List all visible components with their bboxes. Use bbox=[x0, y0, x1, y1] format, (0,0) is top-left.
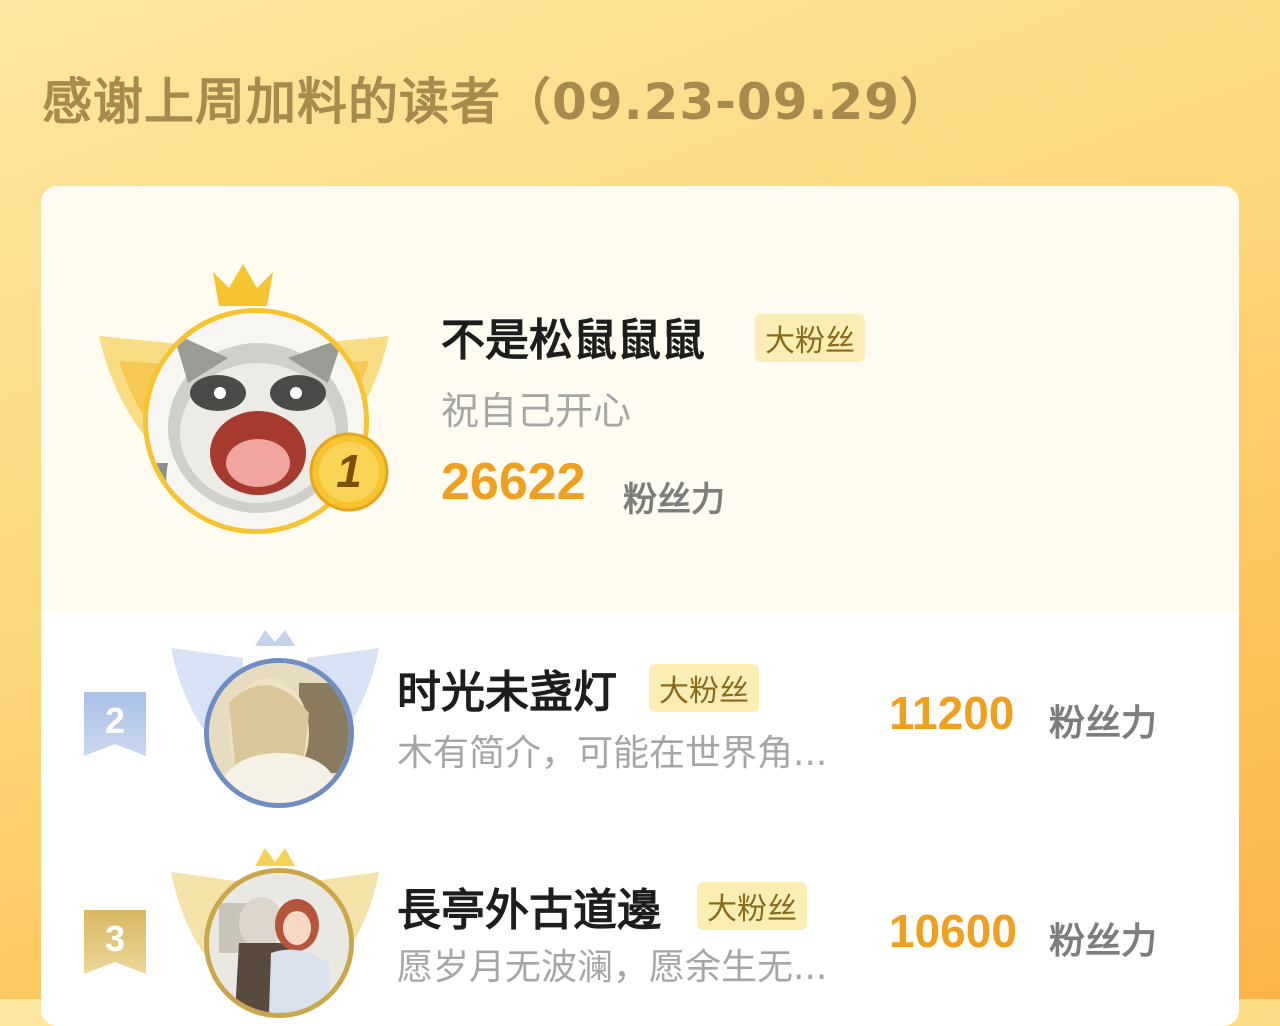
illustrated-couple-avatar[interactable] bbox=[204, 868, 354, 1018]
fan-name[interactable]: 長亭外古道邊 bbox=[397, 874, 661, 938]
score-unit: 粉丝力 bbox=[1049, 703, 1158, 744]
fan-name[interactable]: 时光未盏灯 bbox=[397, 656, 617, 720]
leaderboard-card: 1 不是松鼠鼠鼠 大粉丝 祝自己开心 26622 粉丝力 2 时光未盏灯 大粉丝… bbox=[41, 186, 1239, 1026]
rank-flag-icon: 3 bbox=[84, 910, 146, 974]
rank-flag-icon: 2 bbox=[84, 692, 146, 756]
page-title: 感谢上周加料的读者（09.23-09.29） bbox=[42, 73, 952, 131]
crown-icon bbox=[211, 262, 275, 312]
illustrated-woman-avatar[interactable] bbox=[204, 658, 354, 808]
fan-score: 11200 bbox=[889, 687, 1015, 739]
rank-number: 1 bbox=[336, 445, 362, 497]
fan-motto: 木有简介，可能在世界角... bbox=[397, 733, 828, 774]
big-fan-badge: 大粉丝 bbox=[697, 882, 807, 930]
score-unit: 粉丝力 bbox=[623, 480, 725, 520]
top-fan-section[interactable]: 1 不是松鼠鼠鼠 大粉丝 祝自己开心 26622 粉丝力 bbox=[41, 186, 1239, 612]
rank-number: 2 bbox=[104, 700, 126, 741]
list-item[interactable]: 2 时光未盏灯 大粉丝 木有简介，可能在世界角... 11200 粉丝力 bbox=[41, 612, 1239, 834]
big-fan-badge: 大粉丝 bbox=[649, 664, 759, 712]
fan-name[interactable]: 不是松鼠鼠鼠 bbox=[441, 304, 705, 368]
big-fan-badge: 大粉丝 bbox=[755, 314, 865, 362]
fan-score: 10600 bbox=[889, 905, 1017, 957]
gold-medal-icon: 1 bbox=[309, 432, 389, 512]
rank-number: 3 bbox=[104, 918, 126, 959]
fan-motto: 愿岁月无波澜，愿余生无... bbox=[397, 947, 828, 988]
fan-motto: 祝自己开心 bbox=[441, 389, 632, 433]
score-unit: 粉丝力 bbox=[1049, 921, 1158, 962]
fan-score: 26622 bbox=[441, 453, 586, 511]
list-item[interactable]: 3 長亭外古道邊 大粉丝 愿岁月无波澜，愿余生无... 10600 粉丝力 bbox=[41, 834, 1239, 1026]
